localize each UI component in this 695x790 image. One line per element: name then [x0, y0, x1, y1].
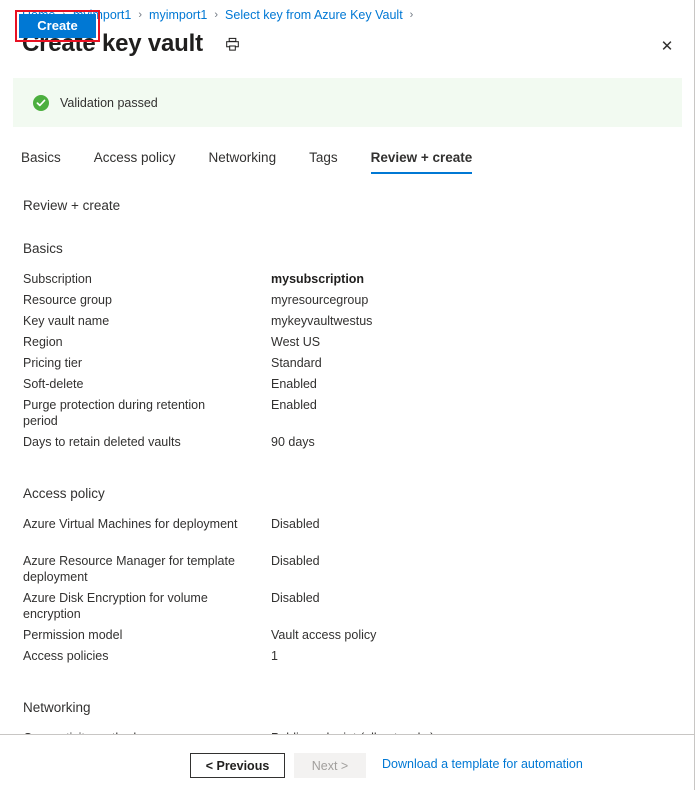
- summary-row: Purge protection during retention period…: [23, 397, 663, 429]
- summary-row-key: Purge protection during retention period: [23, 398, 206, 428]
- printer-icon-glyph: [226, 37, 240, 51]
- review-content: Review + create Basics Subscription mysubsc…: [0, 198, 693, 734]
- summary-row: Pricing tier Standard: [23, 355, 663, 371]
- create-button-highlight: Create: [15, 10, 100, 42]
- summary-row: Azure Disk Encryption for volume encrypt…: [23, 590, 663, 622]
- summary-row: Subscription mysubscription: [23, 271, 663, 287]
- check-glyph: [36, 99, 46, 106]
- close-icon[interactable]: ✕: [652, 32, 682, 60]
- summary-row-key: Region: [23, 335, 63, 349]
- summary-row-value: mysubscription: [271, 272, 365, 286]
- breadcrumb-item[interactable]: myimport1: [149, 8, 207, 22]
- validation-banner: Validation passed: [13, 78, 682, 127]
- summary-row-key: Key vault name: [23, 314, 110, 328]
- summary-row-key: Subscription: [23, 272, 92, 286]
- summary-row: Resource group myresourcegroup: [23, 292, 663, 308]
- breadcrumb-separator-icon: ›: [214, 9, 219, 21]
- summary-row-key: Pricing tier: [23, 356, 83, 370]
- summary-row-value: mykeyvaultwestus: [271, 314, 373, 328]
- summary-row: Azure Virtual Machines for deployment Dis…: [23, 516, 663, 532]
- download-template-link[interactable]: Download a template for automation: [382, 757, 583, 771]
- previous-button[interactable]: < Previous: [190, 753, 285, 778]
- summary-row-value: Standard: [271, 356, 322, 370]
- summary-row: Permission model Vault access policy: [23, 627, 663, 643]
- summary-row: Azure Resource Manager for template depl…: [23, 553, 663, 585]
- tab-review-create[interactable]: Review + create: [370, 150, 473, 174]
- tab-networking[interactable]: Networking: [209, 150, 277, 174]
- summary-row-value: Disabled: [271, 517, 320, 531]
- section-heading: Networking: [23, 700, 91, 715]
- check-circle-icon: [33, 94, 49, 111]
- summary-row-key: Azure Resource Manager for template depl…: [23, 554, 235, 584]
- summary-row: Access policies 1: [23, 648, 663, 664]
- tab-basics[interactable]: Basics: [21, 150, 61, 174]
- summary-row-key: Soft-delete: [23, 377, 84, 391]
- breadcrumb-separator-icon: ›: [138, 9, 143, 21]
- breadcrumb-separator-icon: ›: [409, 9, 414, 21]
- summary-row-value: Vault access policy: [271, 628, 377, 642]
- summary-row-value: 90 days: [271, 435, 315, 449]
- summary-row-value: West US: [271, 335, 321, 349]
- create-key-vault-blade: Home›myimport1›myimport1›Select key from…: [0, 0, 695, 790]
- breadcrumb-item[interactable]: Select key from Azure Key Vault: [225, 8, 403, 22]
- summary-row-value: Enabled: [271, 398, 317, 412]
- summary-row-value: 1: [271, 649, 278, 663]
- summary-row: Key vault name mykeyvaultwestus: [23, 313, 663, 329]
- validation-message: Validation passed: [60, 95, 158, 110]
- section-heading: Basics: [23, 241, 63, 256]
- summary-row-value: Enabled: [271, 377, 317, 391]
- summary-row-key: Azure Disk Encryption for volume encrypt…: [23, 591, 208, 621]
- next-button: Next >: [294, 753, 366, 778]
- summary-row-value: Disabled: [271, 554, 320, 568]
- summary-heading: Review + create: [23, 198, 121, 213]
- create-button[interactable]: Create: [19, 14, 96, 38]
- section-heading: Access policy: [23, 486, 105, 501]
- tab-access-policy[interactable]: Access policy: [94, 150, 176, 174]
- summary-row-value: myresourcegroup: [271, 293, 369, 307]
- wizard-tabs: Basics Access policy Networking Tags Review …: [21, 150, 473, 180]
- summary-row-key: Days to retain deleted vaults: [23, 435, 181, 449]
- summary-row-key: Azure Virtual Machines for deployment: [23, 517, 238, 531]
- summary-row: Days to retain deleted vaults 90 days: [23, 434, 663, 450]
- summary-row: Soft-delete Enabled: [23, 376, 663, 392]
- tab-tags[interactable]: Tags: [309, 150, 338, 174]
- summary-row: Region West US: [23, 334, 663, 350]
- printer-icon[interactable]: [221, 32, 245, 56]
- summary-row-key: Resource group: [23, 293, 112, 307]
- summary-row-key: Permission model: [23, 628, 123, 642]
- summary-row-value: Disabled: [271, 591, 320, 605]
- summary-row-key: Access policies: [23, 649, 109, 663]
